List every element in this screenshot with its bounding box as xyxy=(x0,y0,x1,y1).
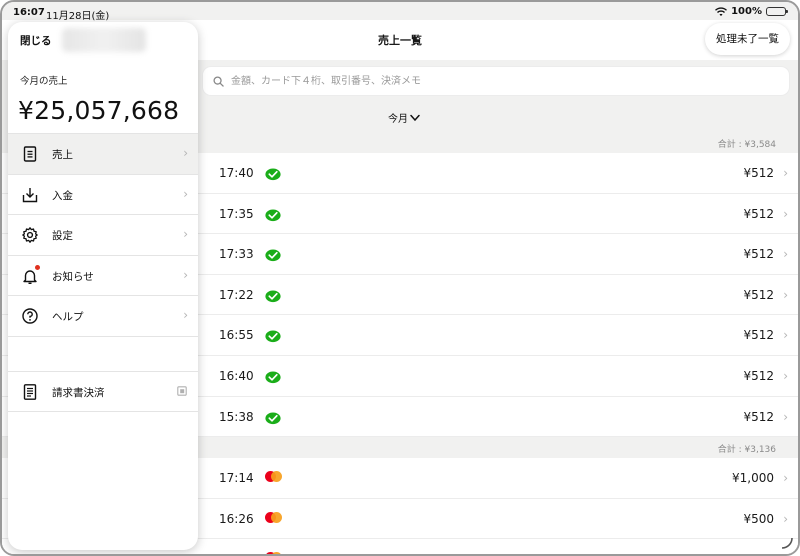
battery-icon xyxy=(766,7,788,16)
period-filter[interactable]: 今月 xyxy=(388,110,420,125)
help-icon xyxy=(22,308,38,325)
group-total: 合計 : ¥3,136 xyxy=(717,445,776,456)
chevron-right-icon: › xyxy=(783,409,788,424)
status-bar: 16:07 11月28日(金) 100% xyxy=(2,2,798,22)
wechat-pay-icon xyxy=(265,249,281,262)
pending-list-button[interactable]: 処理未了一覧 xyxy=(705,23,790,55)
menu-spacer xyxy=(8,336,198,371)
wechat-pay-icon xyxy=(265,330,281,343)
chevron-right-icon: › xyxy=(183,227,188,242)
resize-handle-icon[interactable] xyxy=(780,536,794,550)
transaction-amount: ¥512 xyxy=(743,409,774,424)
ipad-frame: 16:07 11月28日(金) 100% 売上一覧 処理未了一覧 今月 xyxy=(0,0,800,556)
notification-badge xyxy=(35,264,40,270)
chevron-right-icon: › xyxy=(783,552,788,554)
transaction-amount: ¥512 xyxy=(743,287,774,302)
close-button[interactable]: 閉じる xyxy=(20,33,52,48)
transaction-amount: ¥512 xyxy=(743,166,774,180)
menu-item-help[interactable]: ヘルプ › xyxy=(8,296,198,337)
transaction-time: 16:55 xyxy=(219,328,254,343)
menu-item-label: 設定 xyxy=(52,230,73,243)
chevron-right-icon: › xyxy=(183,267,188,282)
wechat-pay-icon xyxy=(265,209,281,221)
menu-item-label: 売上 xyxy=(52,149,73,161)
menu-item-label: 入金 xyxy=(52,189,73,202)
monthly-sales-label: 今月の売上 xyxy=(20,76,68,87)
transaction-time: 17:14 xyxy=(219,471,254,486)
menu-item-settings[interactable]: 設定 › xyxy=(8,215,198,256)
transaction-time: 17:40 xyxy=(219,166,254,180)
transaction-amount: ¥512 xyxy=(743,247,774,262)
chevron-right-icon: › xyxy=(783,511,788,526)
chevron-down-icon xyxy=(410,114,420,121)
menu-item-notifications[interactable]: お知らせ › xyxy=(8,256,198,297)
drawer-menu: 売上 › 入金 › 設定 › お知らせ › ヘルプ › 請求書決済 xyxy=(8,133,198,412)
wechat-pay-icon xyxy=(265,168,281,181)
transaction-time: 17:22 xyxy=(219,287,254,302)
transaction-amount: ¥512 xyxy=(743,368,774,383)
transaction-time: 16:40 xyxy=(219,368,254,383)
payment-brand xyxy=(265,166,281,185)
chevron-right-icon: › xyxy=(783,328,788,343)
search-icon xyxy=(213,76,224,87)
search-bar[interactable] xyxy=(202,66,790,96)
chevron-right-icon: › xyxy=(183,186,188,201)
wifi-icon xyxy=(715,6,728,16)
payment-brand xyxy=(265,328,281,347)
wechat-pay-icon xyxy=(265,412,281,424)
payment-brand xyxy=(265,369,281,388)
menu-item-label: 請求書決済 xyxy=(52,386,105,399)
chevron-right-icon: › xyxy=(783,368,788,383)
menu-item-label: お知らせ xyxy=(52,270,94,283)
external-link-icon xyxy=(177,386,187,396)
menu-item-sales[interactable]: 売上 › xyxy=(8,134,198,175)
transaction-time: 17:35 xyxy=(219,206,254,221)
monthly-sales-value: ¥25,057,668 xyxy=(18,96,180,125)
invoice-icon xyxy=(23,384,37,400)
transaction-amount: ¥1,000 xyxy=(732,471,774,486)
chevron-right-icon: › xyxy=(783,247,788,262)
transaction-time: 16:00 xyxy=(219,552,254,554)
transaction-amount: ¥512 xyxy=(743,328,774,343)
group-total: 合計 : ¥3,584 xyxy=(717,140,776,150)
deposit-icon xyxy=(22,187,38,202)
status-time: 16:07 xyxy=(13,7,45,18)
wechat-pay-icon xyxy=(265,290,281,302)
status-right: 100% xyxy=(715,6,788,17)
transaction-time: 17:33 xyxy=(219,247,254,262)
transaction-amount: ¥512 xyxy=(743,206,774,221)
payment-brand xyxy=(265,247,281,266)
payment-brand xyxy=(265,288,281,307)
store-name-redacted xyxy=(62,28,146,52)
payment-brand xyxy=(265,410,281,429)
transaction-amount: ¥400 xyxy=(743,552,774,554)
wechat-pay-icon xyxy=(265,371,281,384)
menu-item-deposit[interactable]: 入金 › xyxy=(8,175,198,216)
chevron-right-icon: › xyxy=(783,471,788,486)
menu-item-invoice[interactable]: 請求書決済 xyxy=(8,370,198,412)
period-filter-label: 今月 xyxy=(388,114,408,125)
menu-item-label: ヘルプ xyxy=(52,311,84,324)
status-date: 11月28日(金) xyxy=(46,11,110,22)
chevron-right-icon: › xyxy=(783,206,788,221)
side-drawer: 閉じる 今月の売上 ¥25,057,668 売上 › 入金 › 設定 › お知ら… xyxy=(8,22,198,550)
payment-brand xyxy=(265,207,281,226)
gear-icon xyxy=(22,227,38,244)
transaction-time: 16:26 xyxy=(219,511,254,526)
chevron-right-icon: › xyxy=(783,287,788,302)
transaction-amount: ¥500 xyxy=(743,511,774,526)
search-input[interactable] xyxy=(231,67,751,95)
receipt-icon xyxy=(23,146,37,162)
battery-percent: 100% xyxy=(731,6,762,17)
transaction-time: 15:38 xyxy=(219,409,254,424)
chevron-right-icon: › xyxy=(183,146,188,160)
chevron-right-icon: › xyxy=(183,308,188,323)
chevron-right-icon: › xyxy=(783,166,788,180)
